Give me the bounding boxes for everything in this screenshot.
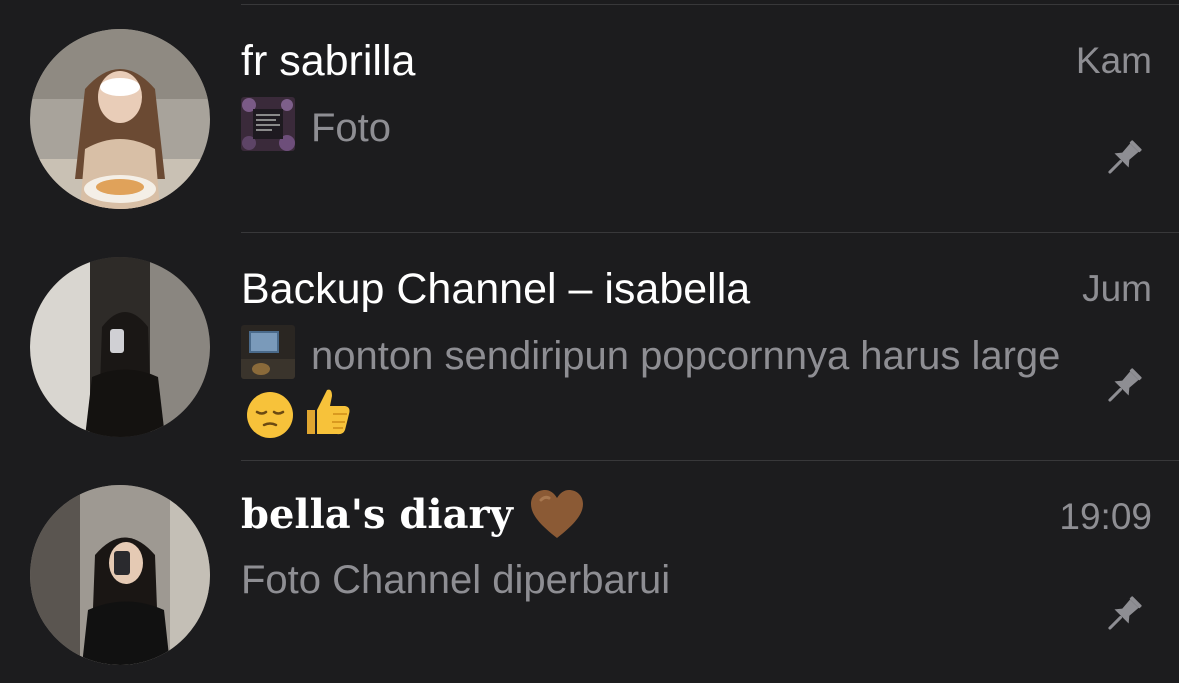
chat-name: bella's diary (241, 489, 585, 544)
chat-time: 19:09 (1059, 496, 1152, 537)
avatar-photo (30, 257, 210, 437)
photo-thumbnail (241, 325, 295, 379)
pin-icon (1108, 140, 1142, 174)
pin-icon (1108, 596, 1142, 630)
chat-preview: Foto Channel diperbarui (241, 553, 1081, 608)
chat-preview: Foto (241, 97, 1081, 156)
chat-preview: nonton sendiripun popcornnya harus large (241, 325, 1081, 443)
chat-name: Backup Channel – isabella (241, 265, 751, 313)
thumbs-up-emoji (307, 389, 350, 435)
chat-list-item[interactable]: Backup Channel – isabella Jum nonton sen… (0, 233, 1179, 461)
avatar[interactable] (30, 257, 210, 437)
preview-text: Foto Channel diperbarui (241, 558, 671, 602)
chat-name: fr sabrilla (241, 37, 416, 85)
brown-heart-emoji (530, 490, 583, 538)
photo-thumbnail (241, 97, 295, 151)
chat-name-text: bella's diary (241, 491, 513, 538)
chat-list-item[interactable]: bella's diary 19:09 Foto Channel diperba… (0, 461, 1179, 683)
preview-text: Foto (311, 106, 392, 150)
chat-time: Kam (1075, 40, 1152, 81)
preview-text: nonton sendiripun popcornnya harus large (311, 334, 1061, 378)
chat-list-item[interactable]: fr sabrilla Kam Foto (0, 5, 1179, 233)
avatar-photo (30, 29, 210, 209)
pin-icon (1108, 368, 1142, 402)
chat-time: Jum (1082, 268, 1152, 309)
avatar-photo (30, 485, 210, 665)
avatar[interactable] (30, 29, 210, 209)
pensive-face-emoji (247, 392, 293, 438)
avatar[interactable] (30, 485, 210, 665)
